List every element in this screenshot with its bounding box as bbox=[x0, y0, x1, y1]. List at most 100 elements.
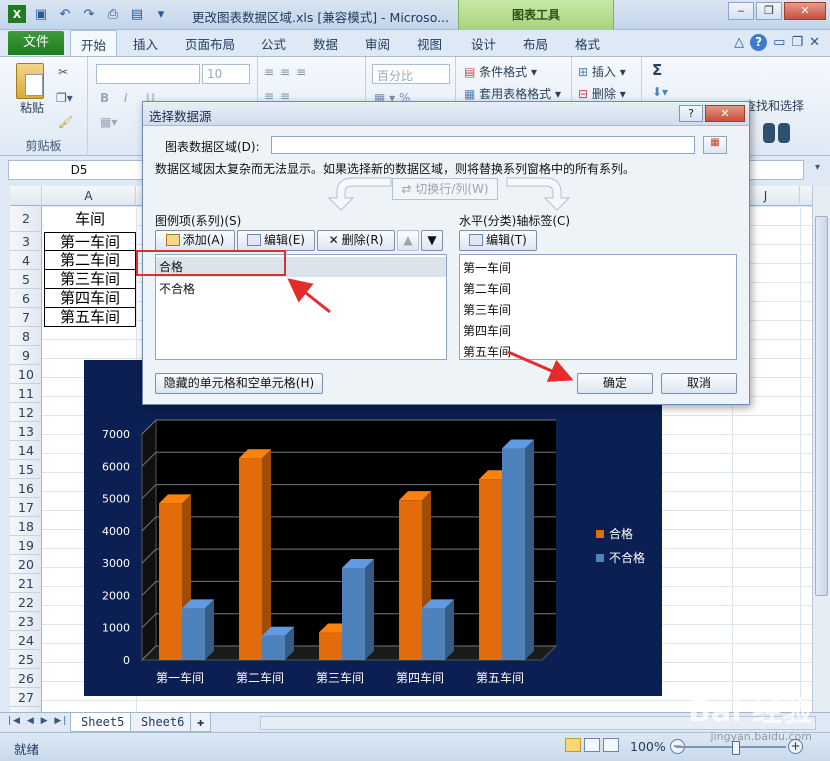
category-item[interactable]: 第四车间 bbox=[463, 322, 511, 339]
copy-icon[interactable]: ❐▾ bbox=[56, 91, 73, 105]
fill-icon[interactable]: ⬇▾ bbox=[652, 85, 668, 99]
number-format-combo[interactable]: 百分比 bbox=[372, 64, 450, 84]
category-item[interactable]: 第二车间 bbox=[463, 280, 511, 297]
cell-a2[interactable]: 车间 bbox=[44, 207, 136, 232]
tab-insert[interactable]: 插入 bbox=[133, 34, 158, 53]
restore-down-icon[interactable]: ❐ bbox=[791, 35, 803, 50]
row-header-2[interactable]: 2 bbox=[10, 206, 42, 232]
font-size-combo[interactable]: 10 bbox=[202, 64, 250, 84]
border-icon[interactable]: ▦▾ bbox=[100, 115, 117, 129]
cell-a4[interactable]: 第二车间 bbox=[44, 251, 136, 270]
row-header-23[interactable]: 23 bbox=[10, 612, 42, 631]
row-header-11[interactable]: 11 bbox=[10, 384, 42, 403]
row-header-20[interactable]: 20 bbox=[10, 555, 42, 574]
category-list[interactable]: 第一车间 第二车间 第三车间 第四车间 第五车间 bbox=[459, 254, 737, 360]
sheet-tab-sheet5[interactable]: Sheet5 bbox=[70, 713, 136, 732]
find-binoculars-icon[interactable] bbox=[762, 119, 792, 145]
row-header-14[interactable]: 14 bbox=[10, 441, 42, 460]
conditional-format-button[interactable]: ▤ 条件格式 ▾ bbox=[464, 63, 537, 80]
redo-icon[interactable]: ↷ bbox=[80, 5, 98, 23]
cell-a6[interactable]: 第四车间 bbox=[44, 289, 136, 308]
add-series-button[interactable]: 添加(A) bbox=[155, 230, 235, 251]
row-header-22[interactable]: 22 bbox=[10, 593, 42, 612]
maximize-button[interactable]: ❐ bbox=[756, 2, 782, 20]
category-item[interactable]: 第三车间 bbox=[463, 301, 511, 318]
move-down-button[interactable]: ▼ bbox=[421, 230, 443, 251]
tab-file[interactable]: 文件 bbox=[8, 31, 64, 55]
hidden-empty-cells-button[interactable]: 隐藏的单元格和空单元格(H) bbox=[155, 373, 323, 394]
row-header-24[interactable]: 24 bbox=[10, 631, 42, 650]
switch-row-column-button[interactable]: ⇄ 切换行/列(W) bbox=[392, 178, 498, 200]
cell-a3[interactable]: 第一车间 bbox=[44, 232, 136, 251]
print-preview-icon[interactable]: ⎙ bbox=[104, 5, 122, 23]
row-header-12[interactable]: 12 bbox=[10, 403, 42, 422]
tab-home[interactable]: 开始 bbox=[70, 30, 118, 57]
row-header-27[interactable]: 27 bbox=[10, 688, 42, 707]
cell-a5[interactable]: 第三车间 bbox=[44, 270, 136, 289]
row-header-10[interactable]: 10 bbox=[10, 365, 42, 384]
move-up-button[interactable]: ▲ bbox=[397, 230, 419, 251]
page-break-view-button[interactable] bbox=[603, 738, 619, 752]
name-box[interactable]: D5 bbox=[8, 160, 150, 180]
row-header-9[interactable]: 9 bbox=[10, 346, 42, 365]
excel-app-icon[interactable]: X bbox=[8, 5, 26, 23]
row-header-7[interactable]: 7 bbox=[10, 308, 42, 327]
chart-range-input[interactable] bbox=[271, 136, 695, 154]
row-header-8[interactable]: 8 bbox=[10, 327, 42, 346]
cut-icon[interactable]: ✂ bbox=[58, 65, 68, 79]
vertical-scroll-thumb[interactable] bbox=[815, 216, 828, 596]
row-header-16[interactable]: 16 bbox=[10, 479, 42, 498]
paste-icon[interactable] bbox=[16, 63, 44, 99]
tab-page-layout[interactable]: 页面布局 bbox=[185, 34, 235, 53]
select-all-corner[interactable] bbox=[10, 186, 42, 206]
row-header-26[interactable]: 26 bbox=[10, 669, 42, 688]
paste-label[interactable]: 粘贴 bbox=[20, 99, 44, 116]
format-painter-icon[interactable]: 🖌 bbox=[58, 115, 73, 129]
table-format-button[interactable]: ▦ 套用表格格式 ▾ bbox=[464, 85, 561, 102]
tab-layout[interactable]: 布局 bbox=[523, 34, 548, 53]
row-header-19[interactable]: 19 bbox=[10, 536, 42, 555]
save-icon[interactable]: ▣ bbox=[32, 5, 50, 23]
align-icons[interactable]: ≡≡≡ bbox=[264, 65, 312, 79]
edit-series-button[interactable]: 编辑(E) bbox=[237, 230, 315, 251]
column-chart[interactable]: 0 1000 2000 3000 4000 5000 6000 7000 第一车间 第二车间 第三车… bbox=[84, 360, 662, 696]
tab-design[interactable]: 设计 bbox=[471, 34, 496, 53]
row-header-18[interactable]: 18 bbox=[10, 517, 42, 536]
collapse-range-button[interactable]: ▦ bbox=[703, 136, 727, 154]
minimize-ribbon-icon[interactable]: △ bbox=[734, 35, 744, 50]
customize-qat-icon[interactable]: ▾ bbox=[152, 5, 170, 23]
help-icon[interactable]: ? bbox=[750, 34, 768, 51]
series-item-fail[interactable]: 不合格 bbox=[159, 279, 195, 299]
remove-series-button[interactable]: ✕ 删除(R) bbox=[317, 230, 395, 251]
row-header-3[interactable]: 3 bbox=[10, 232, 42, 251]
row-header-15[interactable]: 15 bbox=[10, 460, 42, 479]
find-select-label[interactable]: 查找和选择 bbox=[744, 97, 804, 114]
row-header-6[interactable]: 6 bbox=[10, 289, 42, 308]
category-item[interactable]: 第五车间 bbox=[463, 343, 511, 359]
bold-button[interactable]: B bbox=[100, 91, 109, 105]
sheet-tab-sheet6[interactable]: Sheet6 bbox=[130, 713, 196, 732]
tab-format[interactable]: 格式 bbox=[575, 34, 600, 53]
vertical-scrollbar[interactable] bbox=[812, 186, 830, 712]
edit-axis-button[interactable]: 编辑(T) bbox=[459, 230, 537, 251]
tab-view[interactable]: 视图 bbox=[417, 34, 442, 53]
font-name-combo[interactable] bbox=[96, 64, 200, 84]
insert-cells-button[interactable]: ⊞ 插入 ▾ bbox=[578, 63, 626, 80]
undo-icon[interactable]: ↶ bbox=[56, 5, 74, 23]
minimize-button[interactable]: ‒ bbox=[728, 2, 754, 20]
row-header-17[interactable]: 17 bbox=[10, 498, 42, 517]
restore-workbook-icon[interactable]: ▭ bbox=[773, 35, 785, 50]
dialog-close-button[interactable]: ✕ bbox=[705, 105, 745, 122]
page-layout-view-button[interactable] bbox=[584, 738, 600, 752]
row-header-5[interactable]: 5 bbox=[10, 270, 42, 289]
expand-formula-icon[interactable]: ▾ bbox=[815, 162, 820, 173]
close-window-button[interactable]: ✕ bbox=[784, 2, 826, 20]
row-header-25[interactable]: 25 bbox=[10, 650, 42, 669]
normal-view-button[interactable] bbox=[565, 738, 581, 752]
tab-formulas[interactable]: 公式 bbox=[261, 34, 286, 53]
delete-cells-button[interactable]: ⊟ 删除 ▾ bbox=[578, 85, 626, 102]
sheet-nav-arrows[interactable]: |◀ ◀ ▶ ▶| bbox=[8, 716, 68, 726]
zoom-level[interactable]: 100% bbox=[630, 739, 666, 754]
category-item[interactable]: 第一车间 bbox=[463, 259, 511, 276]
row-header-13[interactable]: 13 bbox=[10, 422, 42, 441]
